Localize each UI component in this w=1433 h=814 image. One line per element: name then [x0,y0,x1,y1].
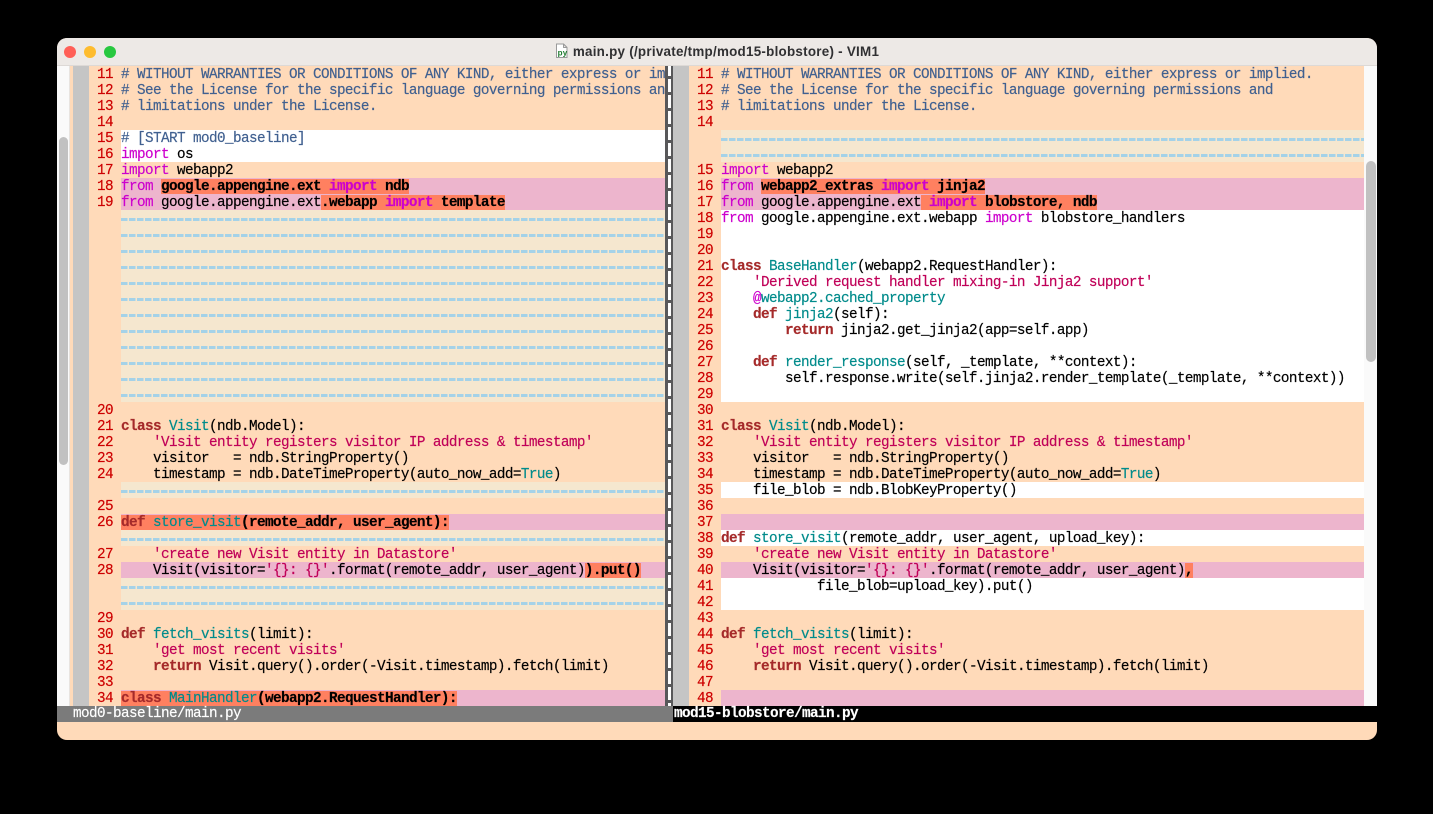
svg-text:py: py [557,49,567,58]
